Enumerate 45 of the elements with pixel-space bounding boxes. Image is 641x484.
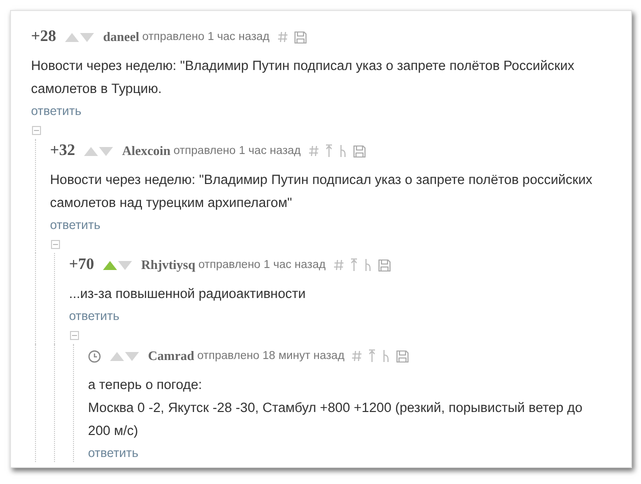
up-arrow-icon[interactable] [350, 258, 358, 272]
downvote-icon[interactable] [99, 146, 114, 156]
comment-text: а теперь о погоде: Москва 0 -2, Якутск -28 -30, Стамбул +800 +1200 (резкий, порывистый ветер до 200 м/с) [88, 376, 584, 440]
branch-icon[interactable] [382, 349, 390, 363]
collapse-icon[interactable] [32, 126, 41, 135]
downvote-icon[interactable] [125, 352, 139, 360]
hash-icon[interactable] [308, 145, 319, 157]
upvote-icon[interactable] [84, 146, 98, 156]
post-time: отправлено 1 час назад [198, 259, 326, 271]
post-time: отправлено 18 минут назад [197, 350, 344, 362]
hash-icon[interactable] [352, 350, 362, 362]
up-arrow-icon[interactable] [324, 144, 333, 158]
branch-icon[interactable] [364, 258, 372, 272]
comment-text: Новости через неделю: "Владимир Путин подписал указ о запрете полётов российских самолетов над турецким архипелагом" [50, 171, 594, 212]
up-arrow-icon[interactable] [368, 349, 376, 363]
reply-link[interactable]: ответить [50, 218, 100, 232]
hash-icon[interactable] [278, 31, 288, 43]
rating-score: +32 [50, 142, 76, 160]
comment-text: Новости через неделю: "Владимир Путин подписал указ о запрете полётов Российских самолетов в Турцию. [31, 57, 576, 98]
author-link[interactable]: Rhjvtiysq [141, 257, 196, 273]
post-time: отправлено 1 час назад [174, 145, 301, 157]
hash-icon[interactable] [334, 259, 344, 271]
upvote-icon[interactable] [103, 260, 118, 270]
reply-link[interactable]: ответить [31, 104, 82, 118]
collapse-icon[interactable] [51, 240, 60, 249]
reply-link[interactable]: ответить [69, 309, 120, 323]
clock-icon [88, 350, 101, 362]
downvote-icon[interactable] [118, 260, 132, 270]
reply-link[interactable]: ответить [88, 446, 138, 460]
save-icon[interactable] [352, 144, 366, 158]
save-icon[interactable] [294, 30, 306, 44]
save-icon[interactable] [396, 350, 410, 362]
branch-icon[interactable] [338, 144, 347, 158]
post-time: отправлено 1 час назад [142, 31, 270, 43]
author-link[interactable]: daneel [103, 29, 140, 45]
save-icon[interactable] [378, 258, 391, 272]
comment-text: ...из-за повышенной радиоактивности [69, 285, 307, 303]
upvote-icon[interactable] [65, 32, 80, 42]
rating-score: +28 [31, 28, 56, 46]
upvote-icon[interactable] [110, 352, 124, 360]
collapse-icon[interactable] [70, 331, 79, 340]
author-link[interactable]: Alexcoin [122, 143, 171, 159]
rating-score: +70 [69, 256, 94, 274]
author-link[interactable]: Camrad [148, 348, 194, 364]
downvote-icon[interactable] [80, 32, 94, 42]
